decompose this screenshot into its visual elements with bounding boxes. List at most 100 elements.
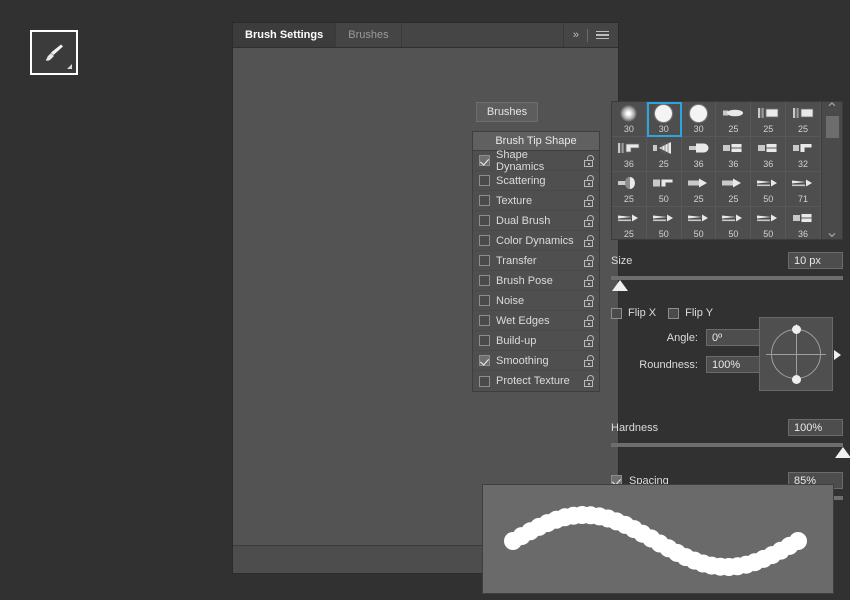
panel-header-icons: » (564, 23, 618, 47)
brush-preset-cell[interactable]: 30 (646, 102, 682, 137)
brush-preset-cell[interactable]: 25 (751, 102, 787, 137)
option-checkbox[interactable] (479, 175, 490, 186)
flip-x-label: Flip X (628, 307, 657, 319)
hardness-value-field[interactable]: 100% (788, 419, 843, 436)
option-checkbox[interactable] (479, 195, 490, 206)
option-checkbox[interactable] (479, 155, 490, 166)
brush-preset-cell[interactable]: 50 (751, 172, 787, 207)
brush-grid-scrollbar[interactable]: ⌃ ⌄ (821, 102, 842, 239)
brush-preset-cell[interactable]: 36 (716, 137, 752, 172)
brush-option-row[interactable]: Shape Dynamics (473, 148, 599, 173)
brush-preset-size: 25 (798, 124, 809, 134)
lock-icon[interactable] (583, 254, 594, 267)
scroll-down-icon[interactable]: ⌄ (822, 224, 842, 239)
angle-value-field[interactable]: 0º (706, 329, 761, 346)
brush-preset-cell[interactable]: 25 (786, 102, 821, 137)
brush-preset-cell[interactable]: 25 (612, 207, 647, 239)
scroll-up-icon[interactable]: ⌃ (822, 102, 842, 118)
brush-preset-cell[interactable]: 71 (786, 172, 821, 207)
brush-option-row[interactable]: Wet Edges (473, 311, 599, 331)
flip-y-checkbox[interactable] (668, 307, 680, 319)
option-checkbox[interactable] (479, 215, 490, 226)
size-slider-track (611, 276, 843, 280)
brush-option-row[interactable]: Build-up (473, 331, 599, 351)
option-checkbox[interactable] (479, 375, 490, 387)
lock-icon[interactable] (583, 314, 594, 327)
brush-tool-button[interactable] (30, 30, 78, 75)
flip-x-checkbox[interactable] (611, 307, 622, 319)
angle-roundness-dial[interactable] (759, 317, 841, 391)
brush-preset-cell[interactable]: 25 (716, 172, 752, 207)
brush-options-list: Brush Tip Shape Shape Dynamics Scattering… (472, 131, 600, 392)
brush-option-row[interactable]: Transfer (473, 251, 599, 271)
dial-handle-bottom[interactable] (791, 375, 801, 384)
brush-option-row[interactable]: Scattering (473, 171, 599, 191)
brush-option-row[interactable]: Texture (473, 191, 599, 211)
lock-icon[interactable] (583, 294, 594, 307)
option-label: Protect Texture (496, 375, 570, 387)
brush-option-row[interactable]: Color Dynamics (473, 231, 599, 251)
lock-icon[interactable] (583, 274, 594, 287)
brushes-button[interactable]: Brushes (476, 102, 538, 122)
roundness-value-field[interactable]: 100% (706, 356, 761, 373)
scrollbar-thumb[interactable] (826, 116, 839, 138)
option-checkbox[interactable] (479, 335, 490, 346)
brush-option-row[interactable]: Dual Brush (473, 211, 599, 231)
tab-brush-settings[interactable]: Brush Settings (233, 23, 337, 47)
lock-icon[interactable] (583, 354, 594, 367)
brush-preset-cell[interactable]: 50 (682, 207, 717, 239)
brush-preset-cell[interactable]: 50 (646, 172, 682, 207)
brush-preset-cell[interactable]: 32 (786, 137, 821, 172)
option-checkbox[interactable] (479, 295, 490, 306)
collapse-chevrons-icon[interactable]: » (573, 29, 579, 41)
brush-preset-thumbnail-flat-block-icon (716, 137, 750, 159)
panel-menu-icon[interactable] (596, 30, 609, 40)
option-checkbox[interactable] (479, 315, 490, 326)
brush-preset-size: 25 (728, 124, 739, 134)
tab-brushes[interactable]: Brushes (336, 23, 402, 47)
option-label: Shape Dynamics (496, 148, 545, 173)
brush-preset-cell[interactable]: 25 (646, 137, 682, 172)
brush-preset-cell[interactable]: 36 (751, 137, 787, 172)
hardness-slider[interactable] (611, 442, 850, 460)
brush-preset-cell[interactable]: 50 (647, 207, 682, 239)
roundness-row: Roundness: 100% (611, 356, 761, 373)
brush-preset-cell[interactable]: 25 (681, 172, 717, 207)
size-slider[interactable] (611, 275, 843, 293)
hardness-slider-track (611, 443, 843, 447)
brush-option-row[interactable]: Brush Pose (473, 271, 599, 291)
brush-option-row[interactable]: Noise (473, 291, 599, 311)
lock-icon[interactable] (583, 334, 594, 347)
brush-preset-cell[interactable]: 36 (612, 137, 647, 172)
size-value-field[interactable]: 10 px (788, 252, 843, 269)
lock-icon[interactable] (583, 234, 594, 247)
brush-preset-cell[interactable]: 36 (681, 137, 717, 172)
brush-preset-cell[interactable]: 36 (786, 207, 821, 239)
brush-option-row[interactable]: Smoothing (473, 351, 599, 371)
brush-preset-cell[interactable]: 50 (716, 207, 752, 239)
dial-angle-arrow-icon[interactable] (834, 350, 841, 360)
brush-preset-cell[interactable]: 25 (612, 172, 647, 207)
option-checkbox[interactable] (479, 355, 490, 366)
lock-icon[interactable] (583, 375, 594, 387)
lock-icon[interactable] (583, 194, 594, 207)
lock-icon[interactable] (583, 174, 594, 187)
brush-preset-thumbnail-round-point-icon (682, 137, 716, 159)
preview-stroke (504, 506, 807, 576)
option-checkbox[interactable] (479, 255, 490, 266)
lock-icon[interactable] (583, 154, 594, 167)
size-slider-thumb[interactable] (612, 280, 629, 291)
brush-preset-cell[interactable]: 30 (612, 102, 647, 137)
option-checkbox[interactable] (479, 275, 490, 286)
brush-preset-cell[interactable]: 30 (681, 102, 717, 137)
brush-preset-thumbnail-flat-arrow-icon (682, 172, 716, 194)
brush-preset-cell[interactable]: 25 (716, 102, 752, 137)
option-checkbox[interactable] (479, 235, 490, 246)
brush-preset-cell[interactable]: 50 (751, 207, 787, 239)
brush-option-row[interactable]: Protect Texture (473, 371, 599, 391)
lock-icon[interactable] (583, 214, 594, 227)
hardness-slider-thumb[interactable] (835, 447, 850, 458)
angle-fields: Angle: 0º Roundness: 100% (611, 329, 761, 373)
dial-handle-top[interactable] (791, 325, 801, 334)
brush-preset-thumbnail-hard-round-icon (647, 102, 681, 124)
